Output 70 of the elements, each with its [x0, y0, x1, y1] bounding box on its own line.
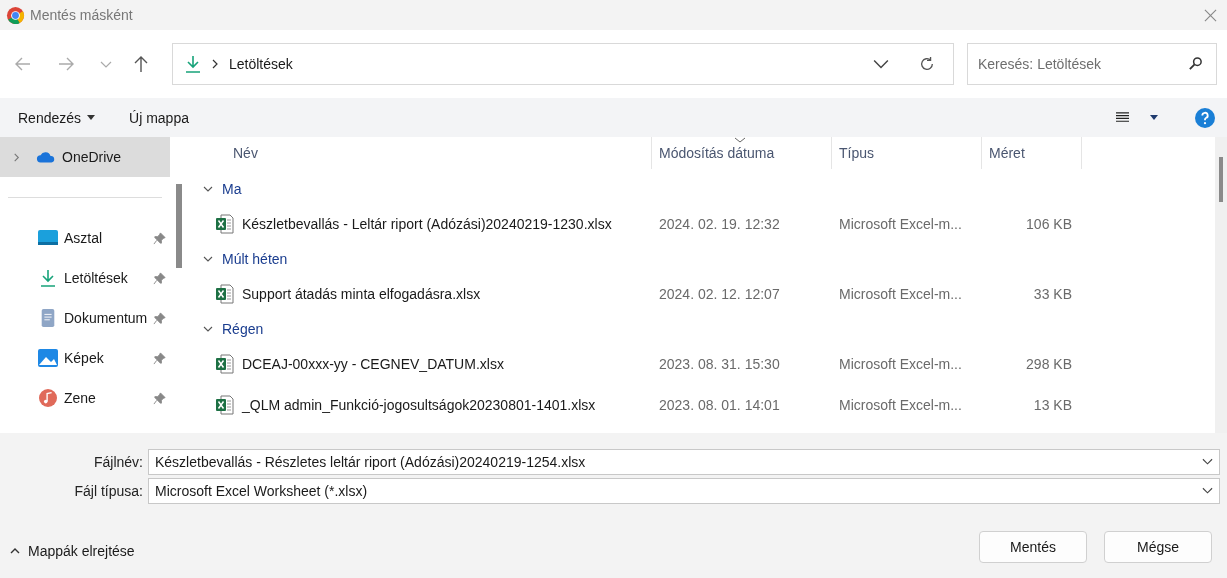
column-header[interactable]: Név — [190, 137, 652, 169]
chevron-up-icon — [10, 547, 20, 554]
group-header[interactable]: Múlt héten — [190, 239, 288, 279]
field-label: Fájl típusa: — [73, 483, 144, 499]
file-name[interactable]: _QLM admin_Funkció-jogosultságok20230801-1401.xlsx — [242, 397, 596, 413]
sidebar-item[interactable]: Zene — [0, 378, 170, 418]
chevron-down-icon — [1202, 458, 1213, 466]
download-icon — [185, 55, 201, 73]
file-name[interactable]: Support átadás minta elfogadásra.xlsx — [242, 286, 481, 302]
sidebar-item[interactable]: Asztal — [0, 218, 170, 258]
chevron-down-icon — [1202, 487, 1213, 495]
picture-icon — [38, 349, 58, 367]
hide-folders-button[interactable]: Mappák elrejtése — [8, 538, 137, 563]
window-title: Mentés másként — [30, 7, 133, 23]
column-header[interactable]: Méret — [982, 137, 1082, 169]
chevron-icon[interactable] — [203, 184, 213, 194]
close-icon[interactable] — [1204, 8, 1217, 22]
table-cell-text: 33 KB — [1032, 286, 1073, 302]
table-cell-text: 13 KB — [1032, 397, 1073, 413]
chevron-icon[interactable] — [203, 324, 213, 334]
sidebar-item[interactable]: Dokumentum — [0, 298, 170, 338]
group-header[interactable]: Ma — [190, 169, 242, 209]
column-header[interactable]: Típus — [832, 137, 982, 169]
caret-icon — [87, 115, 96, 120]
new-folder-button[interactable]: Új mappa — [119, 105, 199, 130]
chevron-right-icon — [211, 59, 219, 69]
spreadsheet-file-icon — [216, 284, 234, 304]
file-name[interactable]: Készletbevallás - Leltár riport (Adózási)20240219-1230.xlsx — [242, 216, 612, 232]
dialog-button[interactable]: Mégse — [1104, 530, 1212, 563]
refresh-icon[interactable] — [919, 56, 935, 72]
table-cell-text: 2023. 08. 01. 14:01 — [658, 397, 781, 413]
sidebar-item[interactable]: OneDrive — [0, 137, 170, 177]
scrollbar-thumb[interactable] — [1219, 157, 1223, 202]
path-text: Letöltések — [229, 56, 293, 72]
scrollbar-thumb[interactable] — [176, 184, 182, 268]
circle-logo-icon — [6, 5, 25, 25]
column-header[interactable]: Módosítás dátuma — [652, 137, 832, 169]
up-arrow-icon[interactable] — [132, 55, 150, 73]
address-bar[interactable]: Letöltések — [172, 43, 954, 85]
table-cell-text: 106 KB — [1025, 216, 1073, 232]
table-cell-text: Microsoft Excel-m... — [838, 356, 963, 372]
spreadsheet-file-icon — [216, 354, 234, 374]
organize-menu-button[interactable]: Rendezés — [8, 105, 106, 130]
table-cell-text: Microsoft Excel-m... — [838, 397, 963, 413]
dialog-button[interactable]: Mentés — [979, 530, 1087, 563]
sidebar-item[interactable]: Letöltések — [0, 258, 170, 298]
combo-field[interactable]: Készletbevallás - Részletes leltár riport (Adózási)20240219-1254.xlsx — [148, 449, 1220, 475]
table-cell-text: 2024. 02. 12. 12:07 — [658, 286, 781, 302]
file-name[interactable]: DCEAJ-00xxx-yy - CEGNEV_DATUM.xlsx — [242, 356, 504, 372]
chevron-icon[interactable] — [203, 254, 213, 264]
field-label: Fájlnév: — [92, 454, 144, 470]
table-cell-text: 298 KB — [1025, 356, 1073, 372]
table-cell-text: 2023. 08. 31. 15:30 — [658, 356, 781, 372]
dropdown-caret-icon[interactable] — [1150, 115, 1158, 120]
sidebar-item[interactable]: Képek — [0, 338, 170, 378]
help-icon[interactable] — [1195, 107, 1215, 128]
desktop-icon — [38, 229, 58, 247]
search-icon — [1188, 56, 1203, 71]
download-icon — [38, 269, 58, 287]
group-header[interactable]: Régen — [190, 309, 264, 349]
table-cell-text: 2024. 02. 19. 12:32 — [658, 216, 781, 232]
spreadsheet-file-icon — [216, 395, 234, 415]
list-view-icon[interactable] — [1115, 111, 1130, 124]
combo-field[interactable]: Microsoft Excel Worksheet (*.xlsx) — [148, 478, 1220, 504]
sort-caret-icon — [734, 137, 746, 143]
table-cell-text: Microsoft Excel-m... — [838, 286, 963, 302]
table-cell-text: Microsoft Excel-m... — [838, 216, 963, 232]
spreadsheet-file-icon — [216, 214, 234, 234]
music-note-icon — [38, 389, 58, 407]
search-field[interactable]: Keresés: Letöltések — [967, 43, 1217, 85]
